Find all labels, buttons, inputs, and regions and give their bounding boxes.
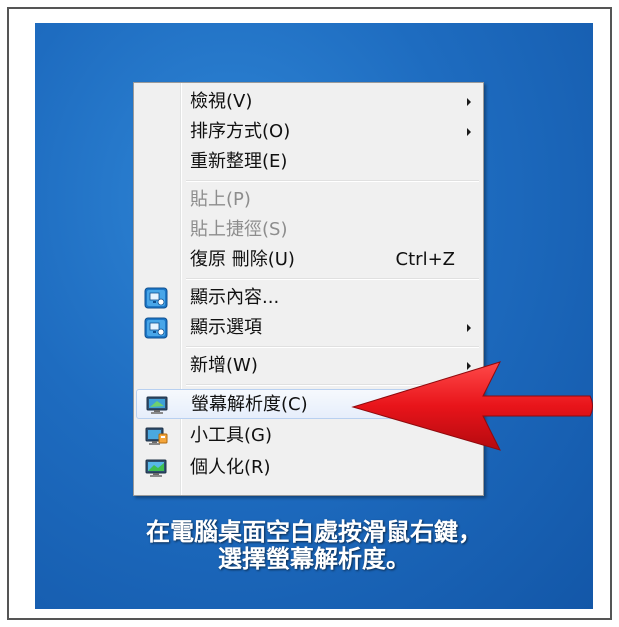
menu-item-label: 貼上捷徑(S) — [190, 219, 288, 240]
menu-item-undo-delete[interactable]: 復原 刪除(U) Ctrl+Z — [136, 245, 481, 275]
submenu-arrow-icon — [467, 362, 471, 370]
instruction-caption: 在電腦桌面空白處按滑鼠右鍵， 選擇螢幕解析度。 — [35, 519, 593, 573]
menu-item-label: 個人化(R) — [190, 457, 271, 478]
menu-item-new[interactable]: 新增(W) — [136, 351, 481, 381]
submenu-arrow-icon — [467, 98, 471, 106]
menu-item-shortcut: Ctrl+Z — [395, 249, 455, 270]
menu-item-label: 顯示選項 — [190, 317, 262, 338]
menu-item-label: 排序方式(O) — [190, 121, 291, 142]
menu-item-label: 檢視(V) — [190, 91, 253, 112]
menu-item-graphics-options[interactable]: 顯示選項 — [136, 313, 481, 343]
gadgets-icon — [144, 424, 168, 448]
menu-separator — [186, 278, 479, 280]
submenu-arrow-icon — [467, 324, 471, 332]
menu-item-sort-by[interactable]: 排序方式(O) — [136, 117, 481, 147]
menu-item-label: 小工具(G) — [190, 425, 272, 446]
intel-graphics-icon — [144, 316, 168, 340]
menu-item-gadgets[interactable]: 小工具(G) — [136, 421, 481, 451]
menu-item-paste-shortcut[interactable]: 貼上捷徑(S) — [136, 215, 481, 245]
caption-line-1: 在電腦桌面空白處按滑鼠右鍵， — [146, 518, 482, 546]
monitor-icon — [145, 393, 169, 417]
menu-item-personalize[interactable]: 個人化(R) — [136, 453, 481, 483]
menu-separator — [186, 346, 479, 348]
caption-line-2: 選擇螢幕解析度。 — [218, 545, 410, 573]
personalize-icon — [144, 456, 168, 480]
menu-item-paste[interactable]: 貼上(P) — [136, 185, 481, 215]
menu-item-label: 顯示內容... — [190, 287, 280, 308]
menu-separator — [186, 180, 479, 182]
menu-item-screen-resolution[interactable]: 螢幕解析度(C) — [136, 389, 481, 419]
menu-item-label: 新增(W) — [190, 355, 258, 376]
context-menu: 檢視(V) 排序方式(O) 重新整理(E) 貼上(P) 貼上捷徑(S) 復原 刪… — [133, 82, 484, 496]
intel-graphics-icon — [144, 286, 168, 310]
menu-item-label: 貼上(P) — [190, 189, 251, 210]
menu-item-refresh[interactable]: 重新整理(E) — [136, 147, 481, 177]
menu-item-label: 重新整理(E) — [190, 151, 288, 172]
menu-item-graphics-properties[interactable]: 顯示內容... — [136, 283, 481, 313]
menu-item-label: 螢幕解析度(C) — [191, 394, 308, 415]
image-frame: 檢視(V) 排序方式(O) 重新整理(E) 貼上(P) 貼上捷徑(S) 復原 刪… — [7, 7, 612, 620]
menu-item-label: 復原 刪除(U) — [190, 249, 295, 270]
menu-item-view[interactable]: 檢視(V) — [136, 87, 481, 117]
desktop-background[interactable]: 檢視(V) 排序方式(O) 重新整理(E) 貼上(P) 貼上捷徑(S) 復原 刪… — [35, 23, 593, 609]
menu-separator — [186, 384, 479, 386]
submenu-arrow-icon — [467, 128, 471, 136]
